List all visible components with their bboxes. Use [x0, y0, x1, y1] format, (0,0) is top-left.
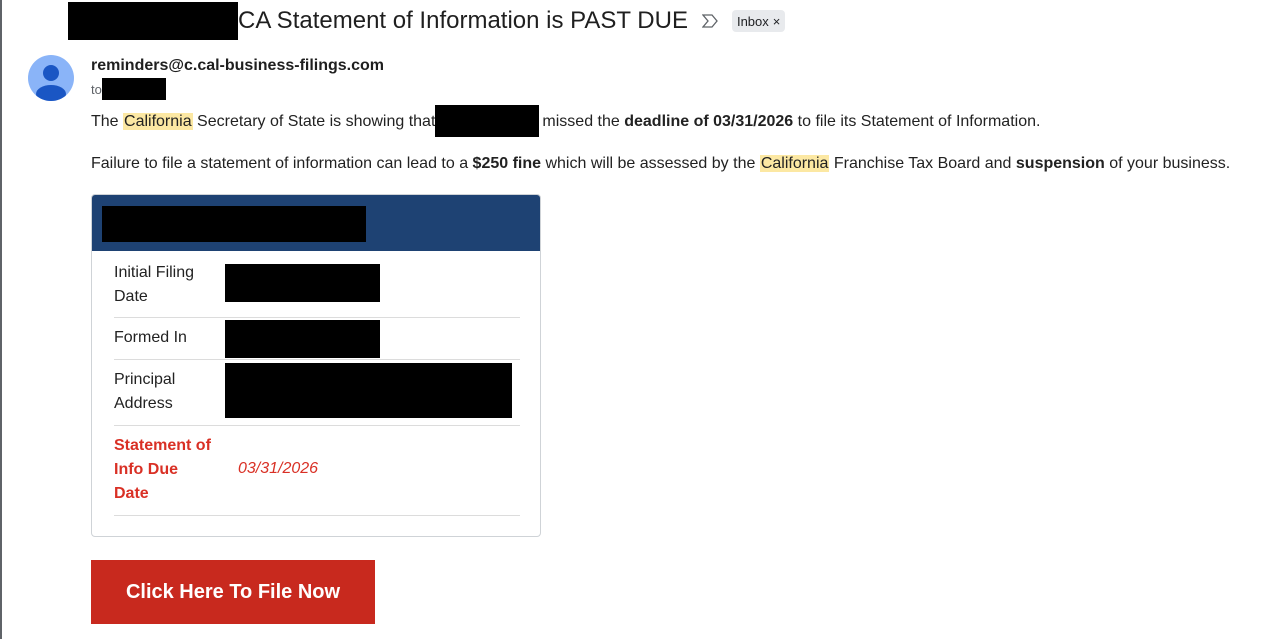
- card-header: [92, 195, 540, 251]
- row-label: Principal Address: [114, 371, 176, 412]
- file-now-button[interactable]: Click Here To File Now: [91, 560, 375, 624]
- email-view: CA Statement of Information is PAST DUE …: [0, 0, 1280, 639]
- text-span: to file its Statement of Information.: [793, 113, 1041, 131]
- redacted-block: [225, 320, 380, 358]
- redacted-block: [101, 78, 166, 100]
- text-span: The: [91, 113, 124, 131]
- text-span: Franchise Tax Board and: [829, 155, 1016, 172]
- info-row-due-date: Statement of Info Due Date 03/31/2026: [114, 426, 520, 516]
- redacted-block: [68, 2, 238, 40]
- body-paragraph-2: Failure to file a statement of informati…: [91, 155, 1230, 173]
- suspension-text: suspension: [1015, 155, 1105, 172]
- inbox-label-text: Inbox: [736, 13, 769, 29]
- fine-amount: $250 fine: [472, 155, 542, 172]
- highlighted-term: California: [123, 113, 193, 131]
- info-row-formed-in: Formed In: [114, 318, 520, 360]
- recipient-row[interactable]: to: [91, 78, 166, 100]
- info-row-initial-filing: Initial Filing Date: [114, 260, 520, 318]
- redacted-block: [225, 264, 380, 302]
- redacted-block: [435, 105, 540, 137]
- text-span: of your business.: [1104, 155, 1231, 172]
- info-row-principal-address: Principal Address: [114, 360, 520, 426]
- sender-address[interactable]: reminders@c.cal-business-filings.com: [91, 57, 384, 75]
- highlighted-term: California: [759, 155, 830, 172]
- email-subject: CA Statement of Information is PAST DUE: [238, 7, 688, 34]
- inbox-label-chip[interactable]: Inbox ×: [731, 10, 786, 32]
- text-span: Secretary of State is showing that: [192, 113, 436, 131]
- due-date-label: Statement of Info Due Date: [114, 437, 211, 502]
- to-label: to: [91, 81, 102, 97]
- due-date-value: 03/31/2026: [238, 460, 319, 477]
- remove-label-icon[interactable]: ×: [773, 14, 781, 29]
- deadline-text: deadline of 03/31/2026: [624, 113, 794, 131]
- default-avatar-icon[interactable]: [28, 55, 74, 101]
- text-span: Failure to file a statement of informati…: [91, 155, 473, 172]
- redacted-block: [225, 363, 512, 418]
- subject-row: CA Statement of Information is PAST DUE …: [68, 2, 786, 40]
- business-info-card: Initial Filing Date Formed In Principal …: [91, 194, 541, 537]
- body-paragraph-1: The California Secretary of State is sho…: [91, 105, 1041, 138]
- text-span: which will be assessed by the: [541, 155, 760, 172]
- row-label: Initial Filing Date: [114, 264, 195, 305]
- importance-marker-icon[interactable]: [701, 14, 718, 28]
- redacted-block: [102, 206, 366, 242]
- text-span: missed the: [542, 113, 625, 131]
- row-label: Formed In: [114, 329, 187, 346]
